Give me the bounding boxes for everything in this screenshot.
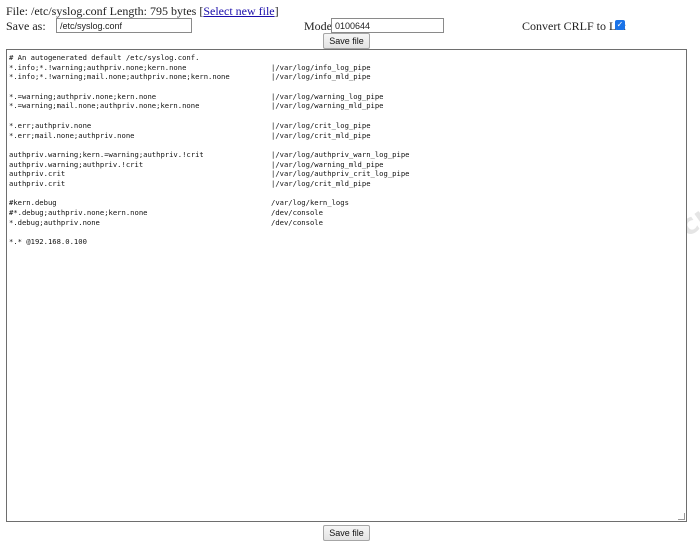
code-line: #*.debug;authpriv.none;kern.none/dev/con… (9, 208, 409, 218)
code-selector: *.err;mail.none;authpriv.none (9, 130, 135, 140)
code-line: # An autogenerated default /etc/syslog.c… (9, 53, 409, 63)
code-line: authpriv.crit |/var/log/authpriv_crit_log… (9, 169, 409, 179)
save-as-label: Save as: (6, 19, 46, 33)
code-action: |/var/log/info_mld_pipe (271, 72, 371, 82)
code-selector (9, 111, 271, 121)
code-selector: #*.debug;authpriv.none;kern.none (9, 208, 148, 217)
code-line: *.=warning;authpriv.none;kern.none |/var/… (9, 92, 409, 102)
code-action: |/var/log/warning_mld_pipe (271, 159, 384, 169)
code-line (9, 189, 409, 199)
bracket-close: ] (274, 4, 279, 18)
code-action: |/var/log/warning_log_pipe (271, 91, 384, 101)
code-action: |/var/log/authpriv_warn_log_pipe (271, 149, 410, 159)
code-action: |/var/log/crit_log_pipe (271, 120, 371, 130)
code-line (9, 140, 409, 150)
code-selector: authpriv.crit (9, 178, 66, 188)
code-line: #kern.debug/var/log/kern_logs (9, 198, 409, 208)
file-content-textarea[interactable]: # An autogenerated default /etc/syslog.c… (6, 49, 687, 522)
code-line: authpriv.warning;authpriv.!crit |/var/log… (9, 160, 409, 170)
convert-crlf-checkbox[interactable]: ✓ (615, 20, 625, 30)
code-action: |/var/log/warning_mld_pipe (271, 101, 384, 111)
code-selector (9, 140, 271, 150)
code-selector: authpriv.crit (9, 169, 66, 179)
code-selector: *.=warning;authpriv.none;kern.none (9, 91, 157, 101)
code-line: authpriv.warning;kern.=warning;authpriv.… (9, 150, 409, 160)
code-line (9, 111, 409, 121)
code-line: *.=warning;mail.none;authpriv.none;kern.… (9, 101, 409, 111)
code-action: |/var/log/crit_mld_pipe (271, 178, 371, 188)
code-selector (9, 189, 271, 199)
code-line: *.debug;authpriv.none/dev/console (9, 218, 409, 228)
code-action: /dev/console (271, 217, 323, 227)
code-selector (9, 82, 271, 92)
code-line: authpriv.crit |/var/log/crit_mld_pipe (9, 179, 409, 189)
code-selector: *.info;*.!warning;authpriv.none;kern.non… (9, 62, 187, 72)
save-file-button-top[interactable]: Save file (323, 33, 370, 49)
convert-crlf-label: Convert CRLF to LF: (522, 19, 627, 33)
code-action: |/var/log/authpriv_crit_log_pipe (271, 169, 410, 179)
code-action: |/var/log/info_log_pipe (271, 62, 371, 72)
code-selector: *.* @192.168.0.100 (9, 237, 87, 247)
save-as-input[interactable]: /etc/syslog.conf (56, 18, 192, 33)
file-path: /etc/syslog.conf (31, 4, 107, 18)
code-selector: # An autogenerated default /etc/syslog.c… (9, 53, 200, 62)
code-selector: *.debug;authpriv.none (9, 217, 100, 227)
code-action: |/var/log/crit_mld_pipe (271, 130, 371, 140)
code-selector: *.=warning;mail.none;authpriv.none;kern.… (9, 101, 200, 111)
code-selector: *.info;*.!warning;mail.none;authpriv.non… (9, 72, 230, 82)
select-new-file-link[interactable]: Select new file (203, 4, 274, 18)
code-action: /dev/console (271, 208, 323, 217)
code-selector: #kern.debug (9, 198, 57, 208)
code-selector: authpriv.warning;authpriv.!crit (9, 159, 144, 169)
code-selector (9, 227, 271, 237)
code-line: *.info;*.!warning;mail.none;authpriv.non… (9, 72, 409, 82)
code-line: *.err;authpriv.none |/var/log/crit_log_pi… (9, 121, 409, 131)
file-length: Length: 795 bytes (106, 4, 200, 18)
file-prefix: File: (6, 4, 32, 18)
mode-input[interactable]: 0100644 (331, 18, 444, 33)
code-selector: *.err;authpriv.none (9, 120, 92, 130)
code-action: /var/log/kern_logs (271, 198, 349, 208)
file-content: # An autogenerated default /etc/syslog.c… (9, 53, 409, 247)
code-selector: authpriv.warning;kern.=warning;authpriv.… (9, 149, 204, 159)
code-line (9, 227, 409, 237)
code-line (9, 82, 409, 92)
save-file-button-bottom[interactable]: Save file (323, 525, 370, 541)
resize-handle-icon[interactable] (678, 513, 685, 520)
file-info-line: File: /etc/syslog.conf Length: 795 bytes… (6, 4, 279, 19)
code-line: *.info;*.!warning;authpriv.none;kern.non… (9, 63, 409, 73)
code-line: *.err;mail.none;authpriv.none |/var/log/c… (9, 131, 409, 141)
code-line: *.* @192.168.0.100 (9, 237, 409, 247)
